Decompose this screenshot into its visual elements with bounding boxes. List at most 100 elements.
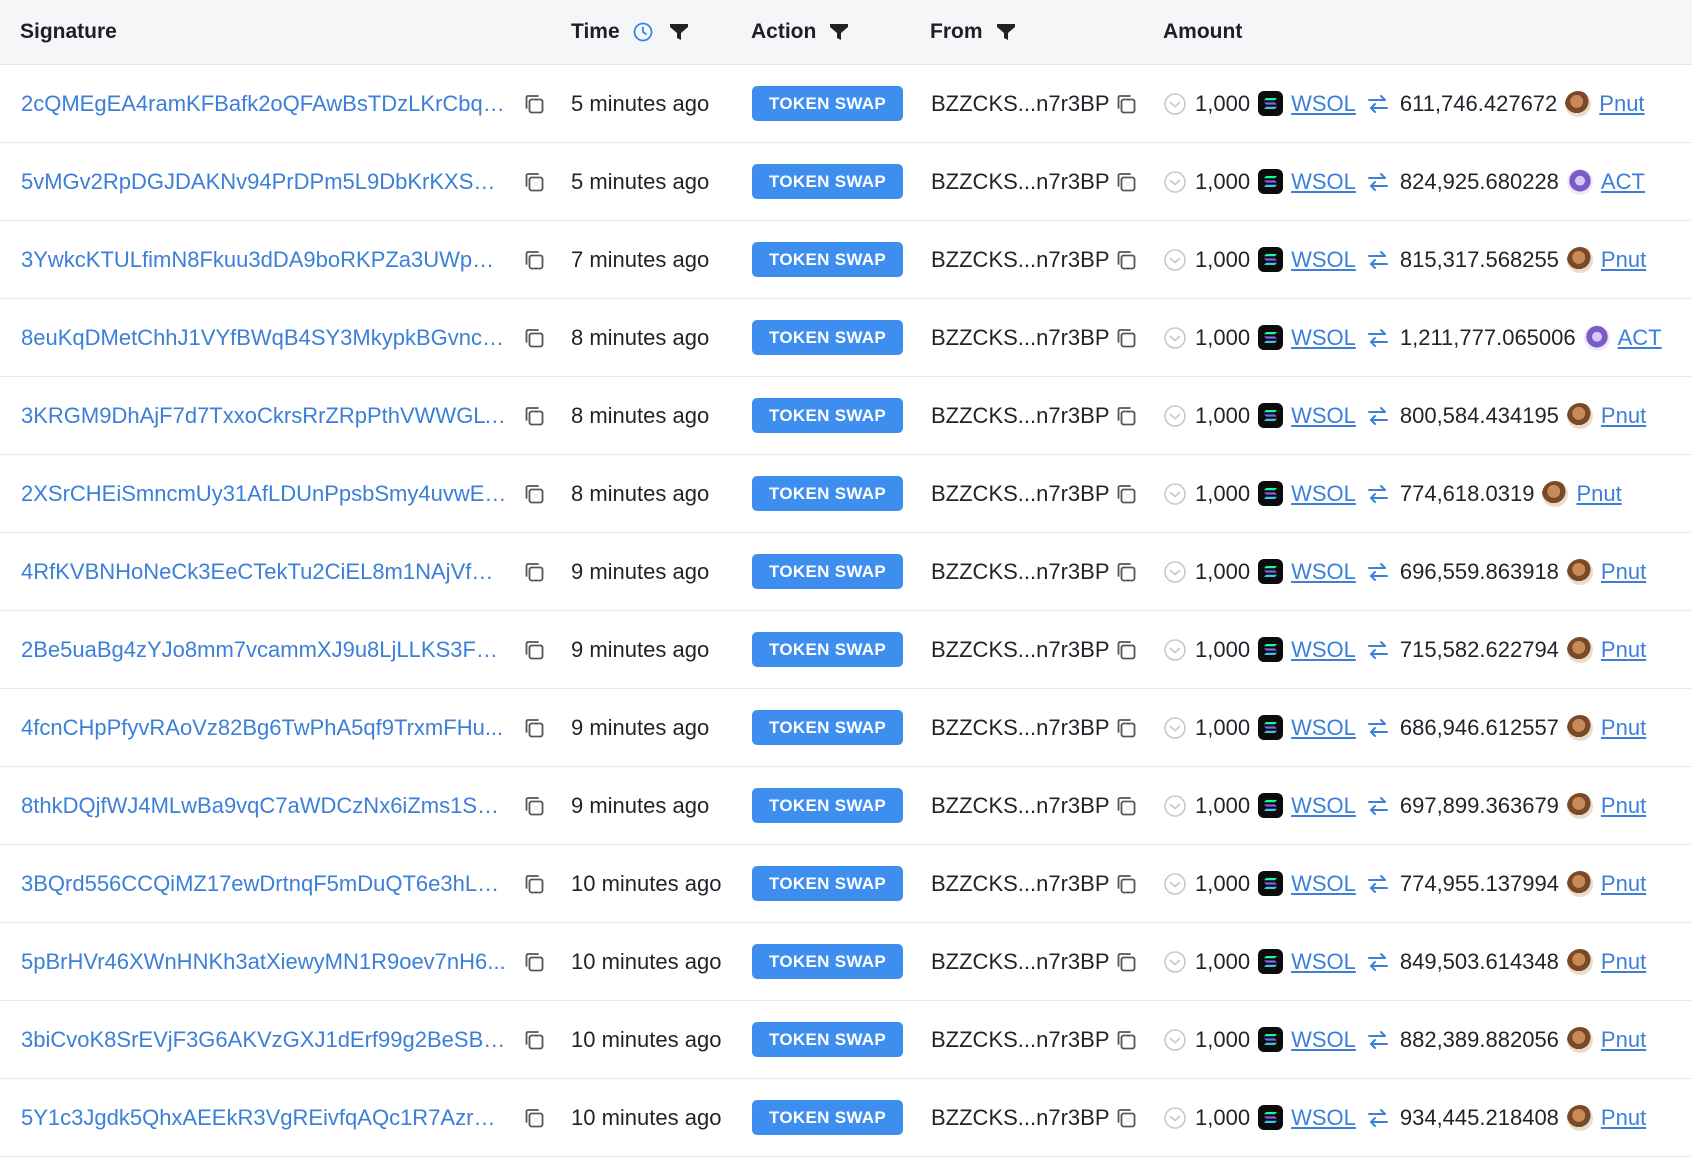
check-circle-icon[interactable] <box>1163 92 1187 116</box>
token-out-link[interactable]: ACT <box>1618 325 1662 351</box>
signature-link[interactable]: 2cQMEgEA4ramKFBafk2oQFAwBsTDzLKrCbq3... <box>21 91 507 117</box>
token-out-link[interactable]: Pnut <box>1601 247 1646 273</box>
signature-link[interactable]: 3KRGM9DhAjF7d7TxxoCkrsRrZRpPthVWWGLT... <box>21 403 507 429</box>
token-in-link[interactable]: WSOL <box>1291 871 1356 897</box>
copy-address-button[interactable] <box>1112 923 1140 1000</box>
check-circle-icon[interactable] <box>1163 1106 1187 1130</box>
copy-icon[interactable] <box>520 636 548 664</box>
copy-signature-button[interactable] <box>520 143 548 220</box>
signature-link[interactable]: 5vMGv2RpDGJDAKNv94PrDPm5L9DbKrKXSXC... <box>21 169 507 195</box>
check-circle-icon[interactable] <box>1163 560 1187 584</box>
token-in-link[interactable]: WSOL <box>1291 169 1356 195</box>
token-in-link[interactable]: WSOL <box>1291 715 1356 741</box>
token-in-link[interactable]: WSOL <box>1291 949 1356 975</box>
copy-address-button[interactable] <box>1112 533 1140 610</box>
copy-icon[interactable] <box>1112 324 1140 352</box>
copy-address-button[interactable] <box>1112 1001 1140 1078</box>
copy-icon[interactable] <box>520 1026 548 1054</box>
copy-icon[interactable] <box>1112 168 1140 196</box>
token-in-link[interactable]: WSOL <box>1291 91 1356 117</box>
copy-icon[interactable] <box>520 792 548 820</box>
signature-link[interactable]: 4RfKVBNHoNeCk3EeCTekTu2CiEL8m1NAjVfAa... <box>21 559 507 585</box>
copy-address-button[interactable] <box>1112 455 1140 532</box>
copy-address-button[interactable] <box>1112 1079 1140 1156</box>
clock-icon[interactable] <box>630 19 656 45</box>
copy-address-button[interactable] <box>1112 299 1140 376</box>
signature-link[interactable]: 5Y1c3Jgdk5QhxAEEkR3VgREivfqAQc1R7Azrux..… <box>21 1105 507 1131</box>
check-circle-icon[interactable] <box>1163 482 1187 506</box>
token-out-link[interactable]: Pnut <box>1601 871 1646 897</box>
copy-signature-button[interactable] <box>520 221 548 298</box>
token-out-link[interactable]: Pnut <box>1599 91 1644 117</box>
copy-signature-button[interactable] <box>520 1001 548 1078</box>
copy-address-button[interactable] <box>1112 767 1140 844</box>
token-in-link[interactable]: WSOL <box>1291 325 1356 351</box>
signature-link[interactable]: 8euKqDMetChhJ1VYfBWqB4SY3MkypkBGvncx... <box>21 325 507 351</box>
token-out-link[interactable]: Pnut <box>1601 793 1646 819</box>
copy-icon[interactable] <box>1112 636 1140 664</box>
copy-icon[interactable] <box>1112 402 1140 430</box>
check-circle-icon[interactable] <box>1163 950 1187 974</box>
token-out-link[interactable]: Pnut <box>1601 1105 1646 1131</box>
token-out-link[interactable]: Pnut <box>1601 949 1646 975</box>
check-circle-icon[interactable] <box>1163 872 1187 896</box>
copy-icon[interactable] <box>1112 558 1140 586</box>
copy-address-button[interactable] <box>1112 65 1140 142</box>
token-in-link[interactable]: WSOL <box>1291 1027 1356 1053</box>
token-out-link[interactable]: ACT <box>1601 169 1645 195</box>
copy-signature-button[interactable] <box>520 533 548 610</box>
token-in-link[interactable]: WSOL <box>1291 1105 1356 1131</box>
check-circle-icon[interactable] <box>1163 1028 1187 1052</box>
copy-address-button[interactable] <box>1112 689 1140 766</box>
signature-link[interactable]: 2Be5uaBg4zYJo8mm7vcammXJ9u8LjLLKS3FS... <box>21 637 507 663</box>
copy-signature-button[interactable] <box>520 299 548 376</box>
filter-icon[interactable] <box>993 19 1019 45</box>
copy-icon[interactable] <box>520 168 548 196</box>
token-out-link[interactable]: Pnut <box>1601 403 1646 429</box>
signature-link[interactable]: 3biCvoK8SrEVjF3G6AKVzGXJ1dErf99g2BeSBW..… <box>21 1027 507 1053</box>
copy-icon[interactable] <box>1112 948 1140 976</box>
copy-address-button[interactable] <box>1112 221 1140 298</box>
check-circle-icon[interactable] <box>1163 794 1187 818</box>
check-circle-icon[interactable] <box>1163 638 1187 662</box>
token-out-link[interactable]: Pnut <box>1601 1027 1646 1053</box>
copy-signature-button[interactable] <box>520 611 548 688</box>
check-circle-icon[interactable] <box>1163 404 1187 428</box>
copy-icon[interactable] <box>1112 1104 1140 1132</box>
check-circle-icon[interactable] <box>1163 326 1187 350</box>
token-out-link[interactable]: Pnut <box>1576 481 1621 507</box>
copy-address-button[interactable] <box>1112 143 1140 220</box>
copy-icon[interactable] <box>1112 480 1140 508</box>
copy-signature-button[interactable] <box>520 65 548 142</box>
copy-icon[interactable] <box>520 402 548 430</box>
copy-icon[interactable] <box>1112 90 1140 118</box>
token-in-link[interactable]: WSOL <box>1291 403 1356 429</box>
copy-icon[interactable] <box>1112 792 1140 820</box>
copy-signature-button[interactable] <box>520 1079 548 1156</box>
copy-signature-button[interactable] <box>520 845 548 922</box>
token-in-link[interactable]: WSOL <box>1291 559 1356 585</box>
copy-icon[interactable] <box>520 1104 548 1132</box>
token-out-link[interactable]: Pnut <box>1601 715 1646 741</box>
copy-icon[interactable] <box>520 558 548 586</box>
check-circle-icon[interactable] <box>1163 170 1187 194</box>
copy-icon[interactable] <box>520 870 548 898</box>
signature-link[interactable]: 3BQrd556CCQiMZ17ewDrtnqF5mDuQT6e3hLo... <box>21 871 507 897</box>
copy-icon[interactable] <box>520 324 548 352</box>
signature-link[interactable]: 2XSrCHEiSmncmUy31AfLDUnPpsbSmy4uvwE7... <box>21 481 507 507</box>
filter-icon[interactable] <box>666 19 692 45</box>
token-in-link[interactable]: WSOL <box>1291 793 1356 819</box>
check-circle-icon[interactable] <box>1163 248 1187 272</box>
check-circle-icon[interactable] <box>1163 716 1187 740</box>
copy-icon[interactable] <box>520 714 548 742</box>
copy-signature-button[interactable] <box>520 923 548 1000</box>
copy-icon[interactable] <box>1112 714 1140 742</box>
signature-link[interactable]: 4fcnCHpPfyvRAoVz82Bg6TwPhA5qf9TrxmFHu... <box>21 715 507 741</box>
filter-icon[interactable] <box>826 19 852 45</box>
copy-icon[interactable] <box>520 246 548 274</box>
copy-signature-button[interactable] <box>520 767 548 844</box>
copy-icon[interactable] <box>520 480 548 508</box>
copy-icon[interactable] <box>520 948 548 976</box>
copy-address-button[interactable] <box>1112 611 1140 688</box>
token-out-link[interactable]: Pnut <box>1601 637 1646 663</box>
